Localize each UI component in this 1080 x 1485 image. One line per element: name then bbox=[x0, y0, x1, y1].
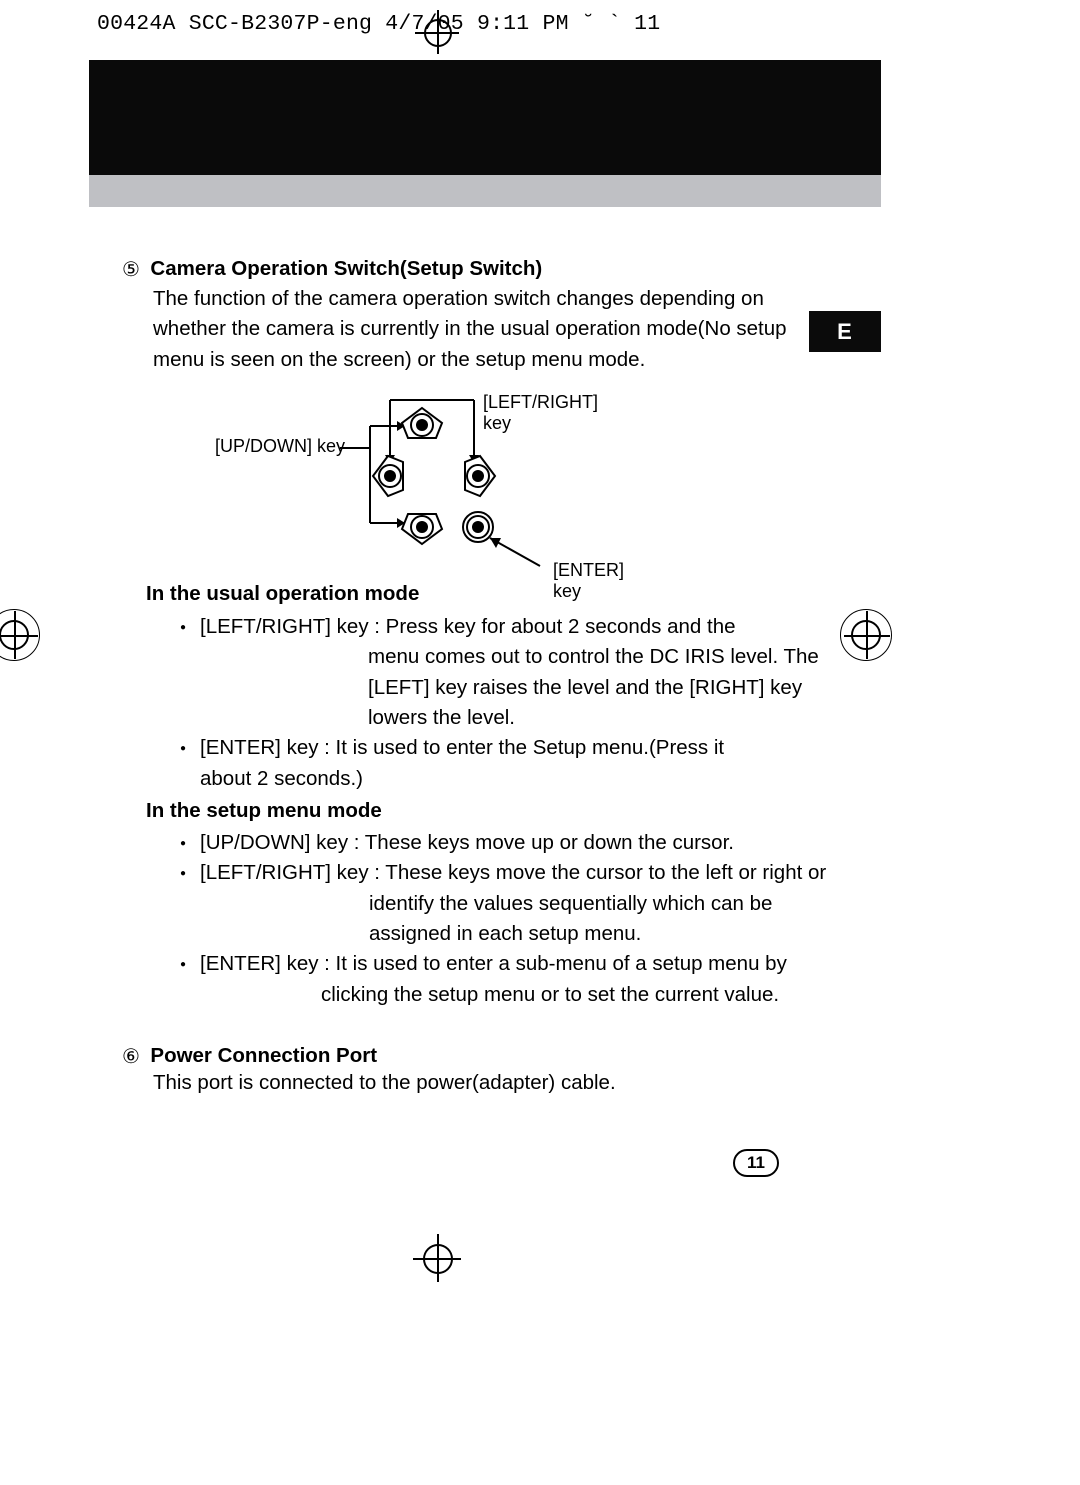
setup-mode-item2-lead: [LEFT/RIGHT] key : These keys move the c… bbox=[200, 861, 826, 884]
page-number-value: 11 bbox=[733, 1149, 779, 1177]
section-6: ⑥ Power Connection Port This port is con… bbox=[122, 1044, 822, 1095]
switch-diagram: [UP/DOWN] key [LEFT/RIGHT] key [ENTER] k… bbox=[215, 388, 565, 578]
header-light-band bbox=[89, 175, 881, 207]
usual-mode-item-enter: [ENTER] key : It is used to enter the Se… bbox=[180, 733, 820, 794]
usual-mode-item-left-right: [LEFT/RIGHT] key : Press key for about 2… bbox=[180, 612, 820, 733]
setup-mode-item-leftright: [LEFT/RIGHT] key : These keys move the c… bbox=[180, 858, 830, 949]
section-5-paragraph: The function of the camera operation swi… bbox=[153, 284, 822, 375]
section-5: ⑤ Camera Operation Switch(Setup Switch) … bbox=[122, 257, 822, 375]
setup-mode-item-enter: [ENTER] key : It is used to enter a sub-… bbox=[180, 949, 830, 1010]
right-button-icon bbox=[465, 456, 495, 496]
left-button-icon bbox=[373, 456, 403, 496]
setup-mode-item2-wrap: identify the values sequentially which c… bbox=[200, 889, 830, 950]
usual-mode-list: [LEFT/RIGHT] key : Press key for about 2… bbox=[180, 612, 820, 794]
section-6-title: Power Connection Port bbox=[150, 1044, 377, 1067]
section-6-paragraph: This port is connected to the power(adap… bbox=[153, 1071, 822, 1095]
usual-mode-item1-lead: [LEFT/RIGHT] key : Press key for about 2… bbox=[200, 615, 736, 638]
page-number: 11 bbox=[733, 1149, 779, 1177]
down-button-icon bbox=[402, 514, 442, 544]
usual-mode-heading: In the usual operation mode bbox=[146, 582, 419, 606]
setup-mode-list: [UP/DOWN] key : These keys move up or do… bbox=[180, 828, 830, 1010]
setup-mode-heading: In the setup menu mode bbox=[146, 799, 382, 823]
usual-mode-item1-wrap: menu comes out to control the DC IRIS le… bbox=[200, 642, 820, 733]
setup-mode-item3-lead: [ENTER] key : It is used to enter a sub-… bbox=[200, 952, 787, 975]
up-button-icon bbox=[402, 408, 442, 438]
header-dark-band bbox=[89, 60, 881, 175]
section-6-marker: ⑥ bbox=[122, 1044, 140, 1069]
print-header-stamp: 00424A SCC-B2307P-eng 4/7/05 9:11 PM ˘ `… bbox=[97, 12, 660, 36]
enter-button-icon bbox=[463, 512, 493, 542]
section-5-marker: ⑤ bbox=[122, 257, 140, 282]
setup-mode-item3-wrap: clicking the setup menu or to set the cu… bbox=[200, 980, 830, 1010]
setup-mode-item-updown: [UP/DOWN] key : These keys move up or do… bbox=[180, 828, 830, 858]
switch-diagram-svg bbox=[215, 388, 575, 588]
section-5-title: Camera Operation Switch(Setup Switch) bbox=[150, 257, 542, 280]
